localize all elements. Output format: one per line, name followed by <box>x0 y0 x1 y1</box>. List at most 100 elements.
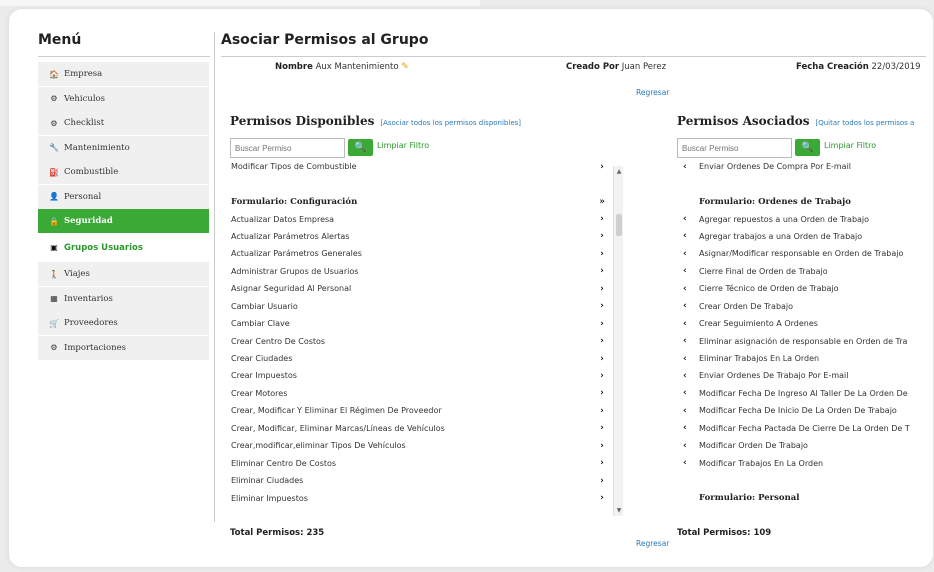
chevron-left-icon[interactable]: ‹ <box>677 284 699 294</box>
permission-row[interactable]: Crear Impuestos › <box>231 367 609 384</box>
chevron-left-icon[interactable]: ‹ <box>677 354 699 364</box>
permission-row[interactable]: Modificar Tipos de Combustible › <box>231 158 609 175</box>
nombre-label: Nombre <box>275 62 313 72</box>
regresar-link-top[interactable]: Regresar <box>636 88 669 97</box>
permission-row[interactable]: ‹ Agregar trabajos a una Orden de Trabajo <box>677 228 926 245</box>
chevron-right-icon[interactable]: › <box>595 284 609 294</box>
permission-row[interactable]: ‹ Modificar Trabajos En La Orden <box>677 454 926 471</box>
permission-row[interactable]: ‹ Crear Orden De Trabajo <box>677 298 926 315</box>
scroll-thumb[interactable] <box>616 214 622 236</box>
chevron-left-icon[interactable]: ‹ <box>677 214 699 224</box>
chevron-left-icon[interactable]: ‹ <box>677 458 699 468</box>
chevron-right-icon[interactable]: › <box>595 249 609 259</box>
permission-row[interactable]: Crear Motores › <box>231 385 609 402</box>
chevron-right-icon[interactable]: › <box>595 458 609 468</box>
sidebar-item-checklist[interactable]: ⚙ Checklist <box>38 111 209 135</box>
permission-row[interactable]: ‹ Modificar Orden De Trabajo <box>677 437 926 454</box>
chevron-left-icon[interactable]: ‹ <box>677 423 699 433</box>
chevron-left-icon[interactable]: ‹ <box>677 319 699 329</box>
scroll-down-icon[interactable]: ▼ <box>615 507 623 514</box>
sidebar-item-combustible[interactable]: ⛽ Combustible <box>38 160 209 184</box>
permission-row[interactable]: Actualizar Parámetros Alertas › <box>231 228 609 245</box>
chevron-right-icon[interactable]: › <box>595 423 609 433</box>
permission-row[interactable]: Eliminar Ciudades › <box>231 472 609 489</box>
chevron-right-icon[interactable]: › <box>595 371 609 381</box>
chevron-left-icon[interactable]: ‹ <box>677 388 699 398</box>
chevron-left-icon[interactable]: ‹ <box>677 371 699 381</box>
permission-row[interactable]: Crear,modificar,eliminar Tipos De Vehícu… <box>231 437 609 454</box>
sidebar-item-vehiculos[interactable]: ⚙ Vehiculos <box>38 86 209 111</box>
chevron-right-icon[interactable]: › <box>595 301 609 311</box>
permission-row[interactable]: Administrar Grupos de Usuarios › <box>231 263 609 280</box>
scroll-up-icon[interactable]: ▲ <box>615 168 623 175</box>
sidebar-item-empresa[interactable]: 🏠 Empresa <box>38 62 209 86</box>
associate-all-link[interactable]: [Asociar todos los permisos disponibles] <box>380 119 521 127</box>
permission-row[interactable]: ‹ Crear Seguimiento A Ordenes <box>677 315 926 332</box>
associated-clear-filter[interactable]: Limpiar Filtro <box>824 141 876 150</box>
chevron-left-icon[interactable]: ‹ <box>677 162 699 172</box>
pencil-icon[interactable]: ✎ <box>401 62 409 72</box>
remove-all-link[interactable]: [Quitar todos los permisos a <box>815 119 914 127</box>
permission-row[interactable]: Crear Centro De Costos › <box>231 332 609 349</box>
permission-row[interactable]: Eliminar Centro De Costos › <box>231 454 609 471</box>
sidebar-item-mantenimiento[interactable]: 🔧 Mantenimiento <box>38 135 209 160</box>
permission-row[interactable]: Eliminar Motores› <box>231 507 609 510</box>
chevron-left-icon[interactable]: ‹ <box>677 249 699 259</box>
chevron-left-icon[interactable]: ‹ <box>677 301 699 311</box>
chevron-right-icon[interactable]: › <box>595 441 609 451</box>
sidebar-item-personal[interactable]: 👤 Personal <box>38 184 209 209</box>
chevron-right-icon[interactable]: › <box>595 266 609 276</box>
permission-row[interactable]: ‹ Agregar repuestos a una Orden de Trabaj… <box>677 210 926 227</box>
permission-row[interactable]: Crear, Modificar, Eliminar Marcas/Líneas… <box>231 420 609 437</box>
permission-row[interactable]: Actualizar Datos Empresa › <box>231 210 609 227</box>
chevron-left-icon[interactable]: ‹ <box>677 231 699 241</box>
permission-row[interactable]: ‹Consultar Campo E-mail Del Personal <box>677 507 926 510</box>
chevron-left-icon[interactable]: ‹ <box>677 266 699 276</box>
permission-row[interactable]: ‹ Modificar Fecha De Inicio De La Orden D… <box>677 402 926 419</box>
permission-row[interactable]: Crear Ciudades › <box>231 350 609 367</box>
permission-row[interactable]: ‹ Eliminar asignación de responsable en O… <box>677 332 926 349</box>
sidebar-item-seguridad[interactable]: 🔒 Seguridad <box>38 209 209 233</box>
permission-label: Asignar Seguridad Al Personal <box>231 284 352 294</box>
permission-row[interactable]: Actualizar Parámetros Generales › <box>231 245 609 262</box>
chevron-right-icon[interactable]: › <box>595 476 609 486</box>
sidebar-item-importaciones[interactable]: ⚙ Importaciones <box>38 335 209 360</box>
permission-row[interactable]: Crear, Modificar Y Eliminar El Régimen D… <box>231 402 609 419</box>
chevron-right-icon[interactable]: › <box>595 336 609 346</box>
chevron-right-icon[interactable]: › <box>595 354 609 364</box>
permission-row[interactable]: ‹ Modificar Fecha Pactada De Cierre De La… <box>677 420 926 437</box>
sidebar-item-proveedores[interactable]: 🛒 Proveedores <box>38 311 209 335</box>
permission-row[interactable]: ‹ Eliminar Trabajos En La Orden <box>677 350 926 367</box>
permission-row[interactable]: ‹ Asignar/Modificar responsable en Orden … <box>677 245 926 262</box>
double-chevron-right-icon[interactable]: » <box>595 197 609 207</box>
chevron-right-icon[interactable]: › <box>595 214 609 224</box>
regresar-link-bottom[interactable]: Regresar <box>636 539 669 548</box>
available-search-input[interactable] <box>230 138 345 158</box>
sidebar-subitem-grupos-usuarios[interactable]: ▣ Grupos Usuarios <box>38 233 209 262</box>
permission-row[interactable]: Cambiar Usuario › <box>231 298 609 315</box>
permission-row[interactable]: ‹ Enviar Ordenes De Trabajo Por E-mail <box>677 367 926 384</box>
associated-search-input[interactable] <box>677 138 792 158</box>
chevron-right-icon[interactable]: › <box>595 231 609 241</box>
permission-row[interactable]: ‹ Enviar Ordenes De Compra Por E-mail <box>677 158 926 175</box>
sidebar-item-viajes[interactable]: 🚶 Viajes <box>38 262 209 286</box>
chevron-right-icon[interactable]: › <box>595 319 609 329</box>
available-search-button[interactable]: 🔍 <box>348 139 373 156</box>
associated-search-button[interactable]: 🔍 <box>795 139 820 156</box>
chevron-right-icon[interactable]: › <box>595 493 609 503</box>
chevron-right-icon[interactable]: › <box>595 388 609 398</box>
permission-row[interactable]: Cambiar Clave › <box>231 315 609 332</box>
chevron-left-icon[interactable]: ‹ <box>677 406 699 416</box>
available-list-scrollbar[interactable]: ▲ ▼ <box>613 166 623 516</box>
available-clear-filter[interactable]: Limpiar Filtro <box>377 141 429 150</box>
chevron-left-icon[interactable]: ‹ <box>677 441 699 451</box>
chevron-right-icon[interactable]: › <box>595 162 609 172</box>
chevron-left-icon[interactable]: ‹ <box>677 336 699 346</box>
permission-row[interactable]: Eliminar Impuestos › <box>231 489 609 506</box>
permission-row[interactable]: ‹ Cierre Técnico de Orden de Trabajo <box>677 280 926 297</box>
permission-row[interactable]: Asignar Seguridad Al Personal › <box>231 280 609 297</box>
permission-row[interactable]: ‹ Modificar Fecha De Ingreso Al Taller De… <box>677 385 926 402</box>
permission-row[interactable]: ‹ Cierre Final de Orden de Trabajo <box>677 263 926 280</box>
chevron-right-icon[interactable]: › <box>595 406 609 416</box>
sidebar-item-inventarios[interactable]: ▦ Inventarios <box>38 286 209 311</box>
